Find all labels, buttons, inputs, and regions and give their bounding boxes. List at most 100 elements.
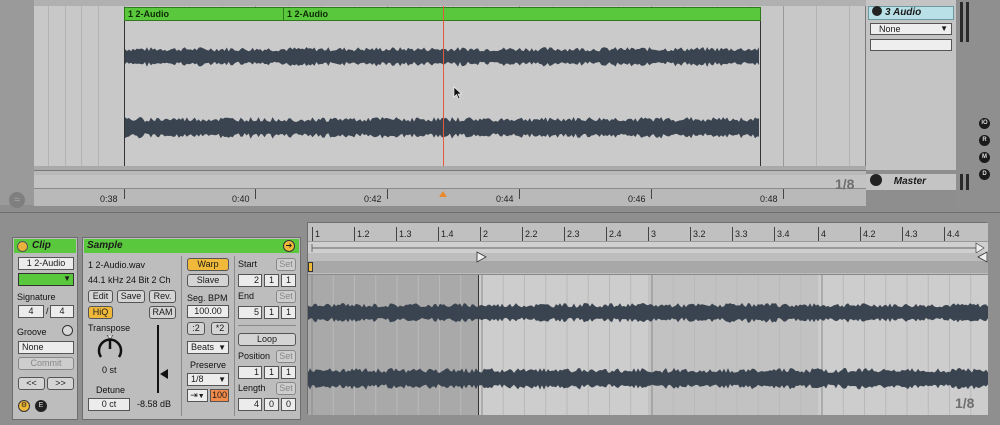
half-tempo-button[interactable]: :2: [187, 322, 205, 335]
slave-button[interactable]: Slave: [187, 274, 229, 287]
detune-field[interactable]: 0 ct: [88, 398, 130, 411]
clip-header-2[interactable]: 1 2-Audio: [283, 7, 761, 21]
transpose-value: 0 st: [102, 365, 117, 375]
signature-label: Signature: [17, 292, 56, 302]
transient-envelope-field[interactable]: 100: [210, 389, 229, 402]
beat-ruler-label: 2.4: [609, 229, 622, 239]
fold-triangle-icon[interactable]: [872, 6, 882, 17]
start-beat-field[interactable]: 1: [264, 274, 279, 287]
hiq-button[interactable]: HiQ: [88, 306, 113, 319]
transpose-label: Transpose: [88, 323, 131, 333]
preserve-select[interactable]: 1/8 ▼: [187, 373, 229, 386]
seg-bpm-field[interactable]: 100.00: [187, 305, 229, 318]
loop-start-flag-icon[interactable]: [476, 251, 488, 263]
signature-numerator[interactable]: 4: [18, 305, 44, 318]
gain-slider-handle-icon[interactable]: [160, 369, 168, 379]
fold-triangle-icon[interactable]: [870, 174, 882, 187]
mixer-toggle-button[interactable]: M: [979, 152, 990, 163]
ruler-time-label: 0:44: [496, 194, 514, 204]
commit-button[interactable]: Commit: [18, 357, 74, 370]
loop-end-flag-icon[interactable]: [976, 251, 988, 263]
input-type-value: None: [879, 24, 901, 34]
launch-toggle-icon[interactable]: ⚙: [18, 400, 30, 412]
arrangement-left-strip: ≈: [0, 0, 34, 208]
clip-activator-button[interactable]: [17, 241, 28, 252]
show-sample-arrow-icon[interactable]: ➔: [283, 240, 295, 252]
length-label: Length: [238, 383, 266, 393]
end-sixteenth-field[interactable]: 1: [281, 306, 296, 319]
beat-ruler-tick: [818, 227, 819, 241]
length-bar-field[interactable]: 4: [238, 398, 262, 411]
length-beat-field[interactable]: 0: [264, 398, 279, 411]
time-ruler[interactable]: 0:38 0:40 0:42 0:44 0:46 0:48 1/8: [34, 170, 866, 206]
end-set-button[interactable]: Set: [276, 290, 296, 303]
start-bar-field[interactable]: 2: [238, 274, 262, 287]
signature-denominator[interactable]: 4: [50, 305, 74, 318]
end-bar-field[interactable]: 5: [238, 306, 262, 319]
sample-filename: 1 2-Audio.wav: [88, 260, 146, 270]
length-set-button[interactable]: Set: [276, 382, 296, 395]
clip-label: 1 2-Audio: [128, 9, 170, 19]
start-sixteenth-field[interactable]: 1: [281, 274, 296, 287]
gain-slider-track[interactable]: [157, 325, 159, 393]
groove-select[interactable]: None: [18, 341, 74, 354]
start-marker-icon[interactable]: [308, 262, 313, 272]
loop-button[interactable]: Loop: [238, 333, 296, 346]
position-sixteenth-field[interactable]: 1: [281, 366, 296, 379]
sample-box-title: Sample ➔: [84, 239, 299, 253]
end-label: End: [238, 291, 255, 301]
nudge-left-button[interactable]: <<: [18, 377, 45, 390]
arrangement-zoom-label: 1/8: [835, 176, 855, 192]
beat-ruler[interactable]: 1 1.2 1.3 1.4 2 2.2 2.3 2.4 3 3.2 3.3 3.4 4 4.2 4.3 4.4: [308, 223, 988, 254]
transpose-knob[interactable]: [96, 335, 124, 363]
position-beat-field[interactable]: 1: [264, 366, 279, 379]
sample-format: 44.1 kHz 24 Bit 2 Ch: [88, 275, 171, 285]
envelope-toggle-icon[interactable]: E: [35, 400, 47, 412]
ram-button[interactable]: RAM: [149, 306, 176, 319]
signature-slash: /: [46, 306, 49, 316]
dropdown-arrow-icon: ▼: [218, 343, 226, 352]
groove-hot-swap-icon[interactable]: [62, 325, 73, 336]
double-tempo-button[interactable]: *2: [211, 322, 229, 335]
io-toggle-button[interactable]: IO: [979, 118, 990, 129]
clip-name-field[interactable]: 1 2-Audio: [18, 257, 74, 270]
beat-ruler-label: 3.2: [693, 229, 706, 239]
reverse-button[interactable]: Rev.: [149, 290, 176, 303]
warp-button[interactable]: Warp: [187, 258, 229, 271]
edit-button[interactable]: Edit: [88, 290, 113, 303]
beat-ruler-tick: [564, 227, 565, 241]
beat-ruler-label: 2: [483, 229, 489, 239]
clip-color-select[interactable]: ▼: [18, 273, 74, 286]
end-beat-field[interactable]: 1: [264, 306, 279, 319]
master-track-row[interactable]: Master: [866, 174, 956, 190]
beat-ruler-tick: [690, 227, 691, 241]
sample-editor[interactable]: 1 1.2 1.3 1.4 2 2.2 2.3 2.4 3 3.2 3.3 3.4 4 4.2 4.3 4.4…: [307, 222, 988, 415]
beat-ruler-tick: [606, 227, 607, 241]
beat-ruler-label: 4.2: [863, 229, 876, 239]
input-channel-select[interactable]: [870, 39, 952, 51]
save-button[interactable]: Save: [117, 290, 145, 303]
delay-toggle-button[interactable]: D: [979, 169, 990, 180]
beat-ruler-label: 1.3: [399, 229, 412, 239]
start-end-lane: [308, 261, 988, 273]
beat-ruler-tick: [648, 227, 649, 241]
detune-label: Detune: [96, 385, 126, 395]
editor-waveform: [308, 275, 988, 415]
groove-label: Groove: [17, 327, 47, 337]
input-type-select[interactable]: None ▼: [870, 23, 952, 35]
loop-brace-bar[interactable]: [308, 241, 988, 254]
start-set-button[interactable]: Set: [276, 258, 296, 271]
beat-ruler-label: 1.4: [441, 229, 454, 239]
track-name: 3 Audio: [885, 7, 922, 18]
position-set-button[interactable]: Set: [276, 350, 296, 363]
length-sixteenth-field[interactable]: 0: [281, 398, 296, 411]
transient-loop-mode-select[interactable]: ⇥▼: [187, 389, 208, 402]
track-title-3-audio[interactable]: 3 Audio: [868, 6, 954, 20]
returns-toggle-button[interactable]: R: [979, 135, 990, 146]
marker-row[interactable]: [308, 251, 988, 275]
clip-header-1[interactable]: 1 2-Audio: [124, 7, 284, 21]
beat-ruler-tick: [438, 227, 439, 241]
nudge-right-button[interactable]: >>: [47, 377, 74, 390]
warp-mode-select[interactable]: Beats ▼: [187, 341, 229, 354]
position-bar-field[interactable]: 1: [238, 366, 262, 379]
